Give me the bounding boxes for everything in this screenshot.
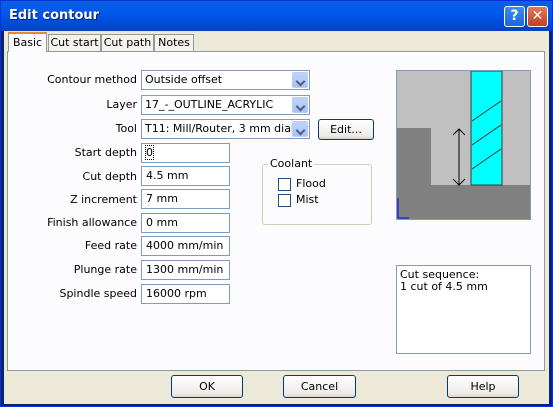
cut-sequence-info: Cut sequence: 1 cut of 4.5 mm [396, 265, 531, 354]
flood-label[interactable]: Flood [296, 177, 326, 190]
coolant-group-label: Coolant [268, 157, 315, 170]
close-button[interactable]: ✕ [527, 6, 548, 27]
tab-basic[interactable]: Basic [8, 32, 47, 52]
finish-allowance-label: Finish allowance [47, 216, 137, 229]
coolant-group: Coolant Flood Mist [262, 157, 372, 225]
tool-select[interactable]: T11: Mill/Router, 3 mm diamet [141, 119, 310, 139]
help-button[interactable]: Help [447, 375, 519, 398]
finish-allowance-input[interactable]: 0 mm [141, 213, 230, 233]
tab-cut-path[interactable]: Cut path [101, 34, 154, 51]
chevron-down-icon[interactable] [292, 121, 308, 137]
dialog-client-area: Basic Cut start Cut path Notes Contour m… [4, 31, 549, 404]
chevron-down-icon[interactable] [292, 97, 308, 113]
spindle-speed-input[interactable]: 16000 rpm [141, 284, 230, 304]
tool-preview-image [396, 70, 531, 220]
help-title-button[interactable]: ? [504, 6, 525, 27]
start-depth-value: 0 [145, 145, 154, 160]
tab-cut-path-label: Cut path [103, 36, 152, 49]
contour-method-select[interactable]: Outside offset [141, 70, 310, 90]
tool-label: Tool [115, 122, 137, 135]
ok-button[interactable]: OK [171, 375, 243, 398]
cut-depth-input[interactable]: 4.5 mm [141, 166, 230, 186]
cut-sequence-detail: 1 cut of 4.5 mm [400, 280, 488, 293]
layer-select[interactable]: 17_-_OUTLINE_ACRYLIC [141, 95, 310, 115]
mist-checkbox[interactable] [278, 194, 291, 207]
feed-rate-label: Feed rate [84, 239, 137, 252]
cut-diagram [397, 70, 530, 219]
edit-tool-button[interactable]: Edit... [318, 119, 374, 140]
contour-method-value: Outside offset [145, 73, 223, 86]
dialog-window: Edit contour ? ✕ Basic Cut start Cut pat… [0, 0, 553, 407]
feed-rate-input[interactable]: 4000 mm/min [141, 236, 230, 256]
z-increment-input[interactable]: 7 mm [141, 189, 230, 209]
title-bar[interactable]: Edit contour ? ✕ [1, 1, 552, 31]
mist-label[interactable]: Mist [296, 193, 319, 206]
tab-basic-label: Basic [12, 36, 43, 49]
start-depth-input[interactable]: 0 [141, 143, 230, 163]
tab-cut-start-label: Cut start [50, 36, 99, 49]
spindle-speed-label: Spindle speed [59, 287, 137, 300]
start-depth-label: Start depth [74, 146, 137, 159]
layer-value: 17_-_OUTLINE_ACRYLIC [145, 98, 274, 111]
chevron-down-icon[interactable] [292, 72, 308, 88]
tab-notes-label: Notes [158, 36, 190, 49]
cancel-button[interactable]: Cancel [283, 375, 356, 398]
help-icon: ? [510, 8, 519, 24]
flood-checkbox[interactable] [278, 178, 291, 191]
contour-method-label: Contour method [47, 73, 137, 86]
close-icon: ✕ [531, 8, 544, 24]
tab-cut-start[interactable]: Cut start [48, 34, 101, 51]
cut-depth-label: Cut depth [82, 170, 137, 183]
plunge-rate-input[interactable]: 1300 mm/min [141, 260, 230, 280]
layer-label: Layer [106, 98, 137, 111]
basic-tab-panel: Contour method Layer Tool Start depth Cu… [7, 51, 545, 371]
z-increment-label: Z increment [70, 193, 137, 206]
plunge-rate-label: Plunge rate [73, 263, 137, 276]
tool-value: T11: Mill/Router, 3 mm diamet [145, 122, 310, 135]
tab-notes[interactable]: Notes [154, 34, 194, 51]
window-title: Edit contour [9, 8, 100, 23]
